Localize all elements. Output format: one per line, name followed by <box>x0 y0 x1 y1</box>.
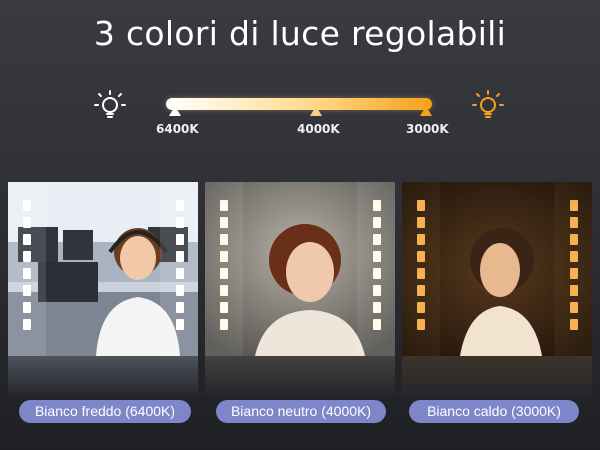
tick-label-3000k: 3000K <box>406 122 449 136</box>
bulb-warm-icon <box>472 90 504 118</box>
tick-label-6400k: 6400K <box>156 122 199 136</box>
caption-cold-white: Bianco freddo (6400K) <box>19 400 191 423</box>
panel-reflection <box>402 356 592 396</box>
page-title: 3 colori di luce regolabili <box>93 14 507 53</box>
slider-marker-3000k[interactable] <box>420 106 432 116</box>
slider-marker-4000k[interactable] <box>310 106 322 116</box>
bulb-cold-icon <box>94 90 126 118</box>
panel-reflection <box>205 356 395 396</box>
panel-reflection <box>8 356 198 396</box>
color-temperature-slider[interactable] <box>166 98 432 110</box>
mirror-photo-neutral <box>205 182 395 356</box>
caption-neutral-white: Bianco neutro (4000K) <box>216 400 386 423</box>
tick-label-4000k: 4000K <box>297 122 340 136</box>
caption-warm-white: Bianco caldo (3000K) <box>409 400 579 423</box>
mirror-photo-cold <box>8 182 198 356</box>
mirror-photo-warm <box>402 182 592 356</box>
slider-marker-6400k[interactable] <box>169 106 181 116</box>
